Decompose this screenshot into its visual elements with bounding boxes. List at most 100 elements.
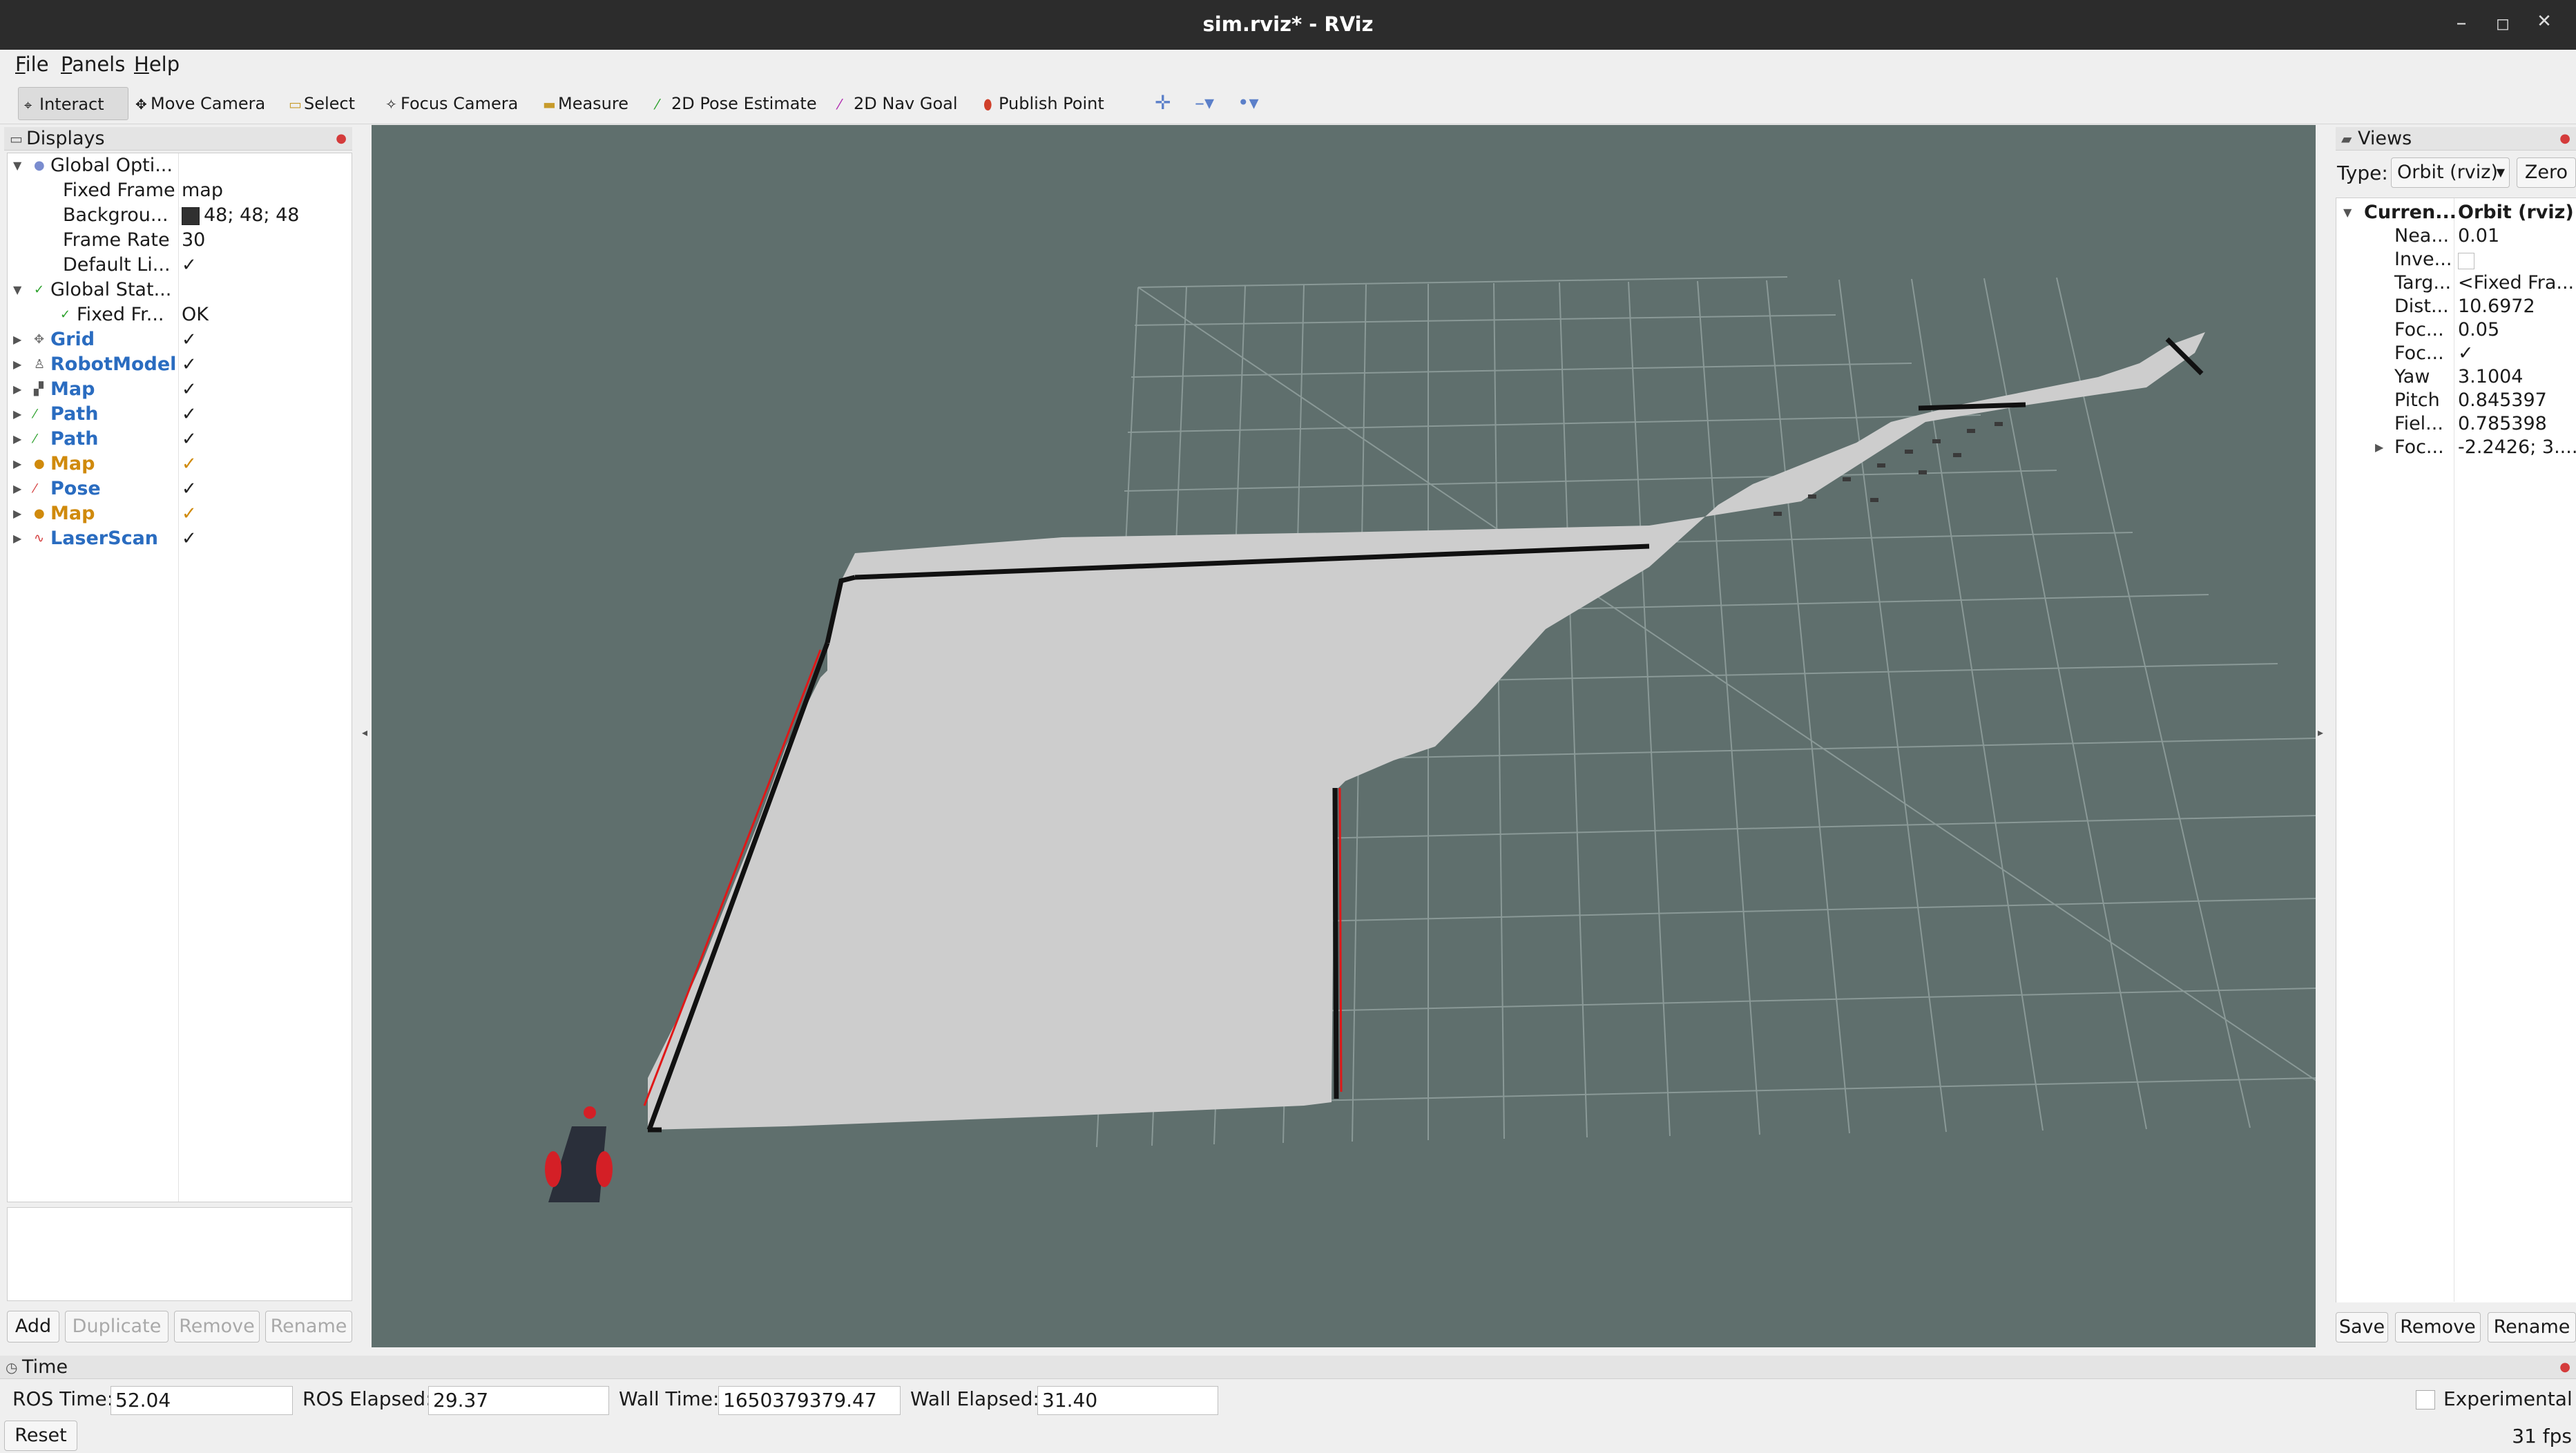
displays-panel-header: ▭ Displays ●: [4, 127, 352, 151]
minimize-button[interactable]: –: [2448, 11, 2475, 35]
tool-2d-nav-goal[interactable]: ⁄ 2D Nav Goal: [833, 87, 958, 120]
view-row-invert[interactable]: Inve...: [2336, 248, 2575, 271]
view-row-focal-point[interactable]: ▶ Foc... -2.2426; 3....: [2336, 436, 2576, 459]
view-row-pitch[interactable]: Pitch 0.845397: [2336, 389, 2575, 412]
add-display-button[interactable]: Add: [7, 1311, 59, 1343]
ros-time-field[interactable]: 52.04: [110, 1386, 293, 1415]
rename-display-button[interactable]: Rename: [265, 1311, 352, 1343]
tree-row-path-1[interactable]: ▶ ⁄ Path ✓: [8, 402, 352, 427]
move-camera-icon: ✥: [135, 96, 147, 113]
focal-fixed-checkbox[interactable]: ✓: [2458, 342, 2474, 365]
tree-row-path-2[interactable]: ▶ ⁄ Path ✓: [8, 427, 352, 452]
display-description-box: [7, 1207, 352, 1301]
tool-properties-icon[interactable]: •▾: [1238, 91, 1259, 114]
close-panel-icon[interactable]: ●: [2559, 1356, 2570, 1379]
collapse-right-icon[interactable]: ▸: [2318, 726, 2323, 739]
map-checkbox[interactable]: ✓: [182, 377, 197, 402]
tool-focus-camera[interactable]: ✧ Focus Camera: [380, 87, 518, 120]
save-view-button[interactable]: Save: [2336, 1312, 2388, 1343]
path-checkbox[interactable]: ✓: [182, 427, 197, 452]
left-splitter[interactable]: ◂: [361, 125, 370, 1347]
fixed-frame-value[interactable]: map: [182, 178, 223, 203]
close-panel-icon[interactable]: ●: [336, 127, 347, 151]
background-color-value[interactable]: 48; 48; 48: [182, 203, 299, 228]
right-splitter[interactable]: ▸: [2316, 125, 2326, 1347]
warning-icon: ●: [34, 506, 45, 521]
add-tool-icon[interactable]: ✛: [1155, 91, 1171, 114]
tree-row-map-2[interactable]: ▶ ● Map ✓: [8, 452, 352, 477]
wall-elapsed-field[interactable]: 31.40: [1037, 1386, 1218, 1415]
tree-row-background[interactable]: Backgrou... 48; 48; 48: [8, 203, 352, 228]
close-panel-icon[interactable]: ●: [2559, 127, 2570, 151]
tree-row-default-light[interactable]: Default Li... ✓: [8, 253, 352, 278]
collapse-left-icon[interactable]: ◂: [362, 726, 367, 739]
view-row-field-of-view[interactable]: Fiel... 0.785398: [2336, 412, 2575, 436]
menu-help[interactable]: Help: [134, 52, 180, 76]
tree-row-global-options[interactable]: ▼ ● Global Opti...: [8, 153, 352, 178]
close-window-button[interactable]: ✕: [2530, 11, 2558, 32]
map-checkbox[interactable]: ✓: [182, 501, 197, 526]
view-row-distance[interactable]: Dist... 10.6972: [2336, 295, 2575, 318]
robotmodel-checkbox[interactable]: ✓: [182, 352, 197, 377]
collapsed-arrow-icon[interactable]: ▶: [13, 402, 27, 427]
remove-tool-icon[interactable]: –▾: [1195, 91, 1214, 114]
ros-elapsed-field[interactable]: 29.37: [428, 1386, 609, 1415]
experimental-checkbox[interactable]: [2416, 1390, 2435, 1409]
tool-2d-pose-estimate[interactable]: ⁄ 2D Pose Estimate: [651, 87, 817, 120]
collapsed-arrow-icon[interactable]: ▶: [13, 377, 27, 402]
view-row-focal-shape-size[interactable]: Foc... 0.05: [2336, 318, 2575, 342]
grid-checkbox[interactable]: ✓: [182, 327, 197, 352]
tree-row-laserscan[interactable]: ▶ ∿ LaserScan ✓: [8, 526, 352, 551]
frame-rate-value[interactable]: 30: [182, 228, 205, 253]
path-checkbox[interactable]: ✓: [182, 402, 197, 427]
tree-row-grid[interactable]: ▶ ✥ Grid ✓: [8, 327, 352, 352]
tool-interact[interactable]: ⌖ Interact: [18, 87, 128, 120]
collapsed-arrow-icon[interactable]: ▶: [13, 477, 27, 501]
tree-row-pose[interactable]: ▶ ⁄ Pose ✓: [8, 477, 352, 501]
view-row-current[interactable]: ▼ Curren... Orbit (rviz): [2336, 201, 2575, 224]
remove-view-button[interactable]: Remove: [2395, 1312, 2481, 1343]
tool-select[interactable]: ▭ Select: [283, 87, 355, 120]
menu-file[interactable]: File: [15, 52, 49, 76]
remove-display-button[interactable]: Remove: [174, 1311, 260, 1343]
collapsed-arrow-icon[interactable]: ▶: [13, 501, 27, 526]
tool-measure[interactable]: ▬ Measure: [537, 87, 628, 120]
laserscan-checkbox[interactable]: ✓: [182, 526, 197, 551]
tool-publish-point[interactable]: ⬮ Publish Point: [978, 87, 1104, 120]
wall-time-field[interactable]: 1650379379.47: [718, 1386, 901, 1415]
expand-arrow-icon[interactable]: ▼: [13, 153, 27, 178]
view-row-focal-shape-fixed[interactable]: Foc... ✓: [2336, 342, 2575, 365]
reset-button[interactable]: Reset: [4, 1421, 77, 1451]
view-row-target-frame[interactable]: Targ... <Fixed Fra...: [2336, 271, 2575, 295]
tree-row-frame-rate[interactable]: Frame Rate 30: [8, 228, 352, 253]
collapsed-arrow-icon[interactable]: ▶: [13, 427, 27, 452]
collapsed-arrow-icon[interactable]: ▶: [13, 327, 27, 352]
tree-row-robotmodel[interactable]: ▶ ♙ RobotModel ✓: [8, 352, 352, 377]
collapsed-arrow-icon[interactable]: ▶: [13, 452, 27, 477]
tree-row-fixed-frame[interactable]: Fixed Frame map: [8, 178, 352, 203]
collapsed-arrow-icon[interactable]: ▶: [13, 352, 27, 377]
zero-button[interactable]: Zero: [2517, 157, 2576, 188]
3d-viewport[interactable]: [372, 125, 2316, 1347]
tree-row-global-status[interactable]: ▼ ✓ Global Stat...: [8, 278, 352, 302]
duplicate-display-button[interactable]: Duplicate: [65, 1311, 169, 1343]
map-checkbox[interactable]: ✓: [182, 452, 197, 477]
maximize-button[interactable]: ◻: [2489, 14, 2517, 33]
view-type-dropdown[interactable]: Orbit (rviz) ▼: [2391, 157, 2510, 188]
default-light-checkbox[interactable]: ✓: [182, 253, 197, 278]
collapsed-arrow-icon[interactable]: ▶: [13, 526, 27, 551]
pose-checkbox[interactable]: ✓: [182, 477, 197, 501]
pose-icon: ⁄: [34, 481, 37, 496]
menu-panels[interactable]: Panels: [61, 52, 125, 76]
expand-arrow-icon[interactable]: ▼: [2343, 201, 2352, 224]
tool-move-camera[interactable]: ✥ Move Camera: [130, 87, 265, 120]
view-row-yaw[interactable]: Yaw 3.1004: [2336, 365, 2575, 389]
tree-row-map-1[interactable]: ▶ ▞ Map ✓: [8, 377, 352, 402]
tree-row-fixed-frame-status[interactable]: ✓ Fixed Fr... OK: [8, 302, 352, 327]
expand-arrow-icon[interactable]: ▼: [13, 278, 27, 302]
view-row-near-clip[interactable]: Nea... 0.01: [2336, 224, 2575, 248]
pose-estimate-icon: ⁄: [656, 96, 659, 113]
tree-row-map-3[interactable]: ▶ ● Map ✓: [8, 501, 352, 526]
collapsed-arrow-icon[interactable]: ▶: [2375, 436, 2383, 459]
rename-view-button[interactable]: Rename: [2488, 1312, 2576, 1343]
